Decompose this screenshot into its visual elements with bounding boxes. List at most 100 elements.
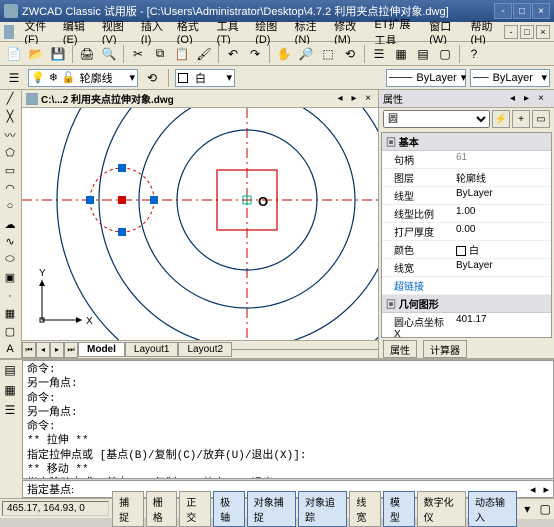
hatch-icon[interactable]: ▦ xyxy=(0,304,20,322)
xline-icon[interactable]: ╳ xyxy=(0,108,20,126)
doc-tab-title[interactable]: C:\...2 利用夹点拉伸对象.dwg xyxy=(41,91,174,106)
mdi-close[interactable]: × xyxy=(536,25,550,39)
layer-combo[interactable]: 💡❄🔓 轮廓线 ▾ xyxy=(28,69,138,87)
otrack-toggle[interactable]: 对象追踪 xyxy=(298,491,347,527)
osnap-toggle[interactable]: 对象捕捉 xyxy=(247,491,296,527)
new-icon[interactable]: 📄 xyxy=(4,44,24,64)
block-icon[interactable]: ▣ xyxy=(0,269,20,287)
cmd-tool1-icon[interactable]: ▤ xyxy=(0,360,20,380)
draw-toolbar: ╱ ╳ 〰 ⬠ ▭ ◠ ○ ☁ ∿ ⬭ ▣ · ▦ ▢ A xyxy=(0,90,22,358)
tab-first-icon[interactable]: ⏮ xyxy=(22,342,36,358)
selection-type-combo[interactable]: 圆 xyxy=(383,110,490,128)
text-icon[interactable]: A xyxy=(0,340,20,358)
tab-last-icon[interactable]: ⏭ xyxy=(64,342,78,358)
panel-close-icon[interactable]: × xyxy=(538,93,550,105)
color-combo[interactable]: 白 ▾ xyxy=(175,69,235,87)
pline-icon[interactable]: 〰 xyxy=(0,126,20,144)
snap-toggle[interactable]: 捕捉 xyxy=(112,491,144,527)
ellipse-icon[interactable]: ⬭ xyxy=(0,251,20,269)
tab-layout2[interactable]: Layout2 xyxy=(178,342,232,357)
drawing-canvas[interactable]: O X Y xyxy=(22,108,378,340)
linetype-combo[interactable]: ───ByLayer▾ xyxy=(386,69,466,87)
tab-next-icon[interactable]: ▸ xyxy=(348,93,360,105)
close-button[interactable]: × xyxy=(532,3,550,19)
lineweight-combo[interactable]: ──ByLayer▾ xyxy=(470,69,550,87)
digit-toggle[interactable]: 数字化仪 xyxy=(417,491,466,527)
print-icon[interactable]: 🖨 xyxy=(77,44,97,64)
mdi-restore[interactable]: □ xyxy=(520,25,534,39)
polygon-icon[interactable]: ⬠ xyxy=(0,144,20,162)
command-history[interactable]: 命令:另一角点:命令:另一角点:命令:** 拉伸 **指定拉伸点或 [基点(B)… xyxy=(22,360,554,479)
coords-display[interactable]: 465.17, 164.93, 0 xyxy=(2,501,109,516)
properties-panel: 属性 ◂ ▸ × 圆 ⚡ + ▭ 基本 句柄61 图层轮廓线 线型ByLayer… xyxy=(378,90,554,358)
cmd-tool2-icon[interactable]: ▦ xyxy=(0,380,20,400)
preview-icon[interactable]: 🔍 xyxy=(99,44,119,64)
tab-prev-icon[interactable]: ◂ xyxy=(334,93,346,105)
group-basic[interactable]: 基本 xyxy=(382,133,551,151)
ortho-toggle[interactable]: 正交 xyxy=(179,491,211,527)
tab-close-icon[interactable]: × xyxy=(362,93,374,105)
doc-icon xyxy=(4,25,14,39)
cmd-tool3-icon[interactable]: ☰ xyxy=(0,400,20,420)
command-area: ▤ ▦ ☰ 命令:另一角点:命令:另一角点:命令:** 拉伸 **指定拉伸点或 … xyxy=(0,358,554,498)
grip-icon xyxy=(86,196,94,204)
group-geom[interactable]: 几何图形 xyxy=(382,295,551,313)
cut-icon[interactable]: ✂ xyxy=(128,44,148,64)
tab-properties[interactable]: 属性 xyxy=(383,340,417,358)
model-toggle[interactable]: 模型 xyxy=(383,491,415,527)
maximize-button[interactable]: □ xyxy=(513,3,531,19)
tab-calc[interactable]: 计算器 xyxy=(423,340,467,358)
redo-icon[interactable]: ↷ xyxy=(245,44,265,64)
panel-prev-icon[interactable]: ◂ xyxy=(510,93,522,105)
match-icon[interactable]: 🖌 xyxy=(194,44,214,64)
circle-icon[interactable]: ○ xyxy=(0,197,20,215)
pickadd-icon[interactable]: + xyxy=(512,110,530,128)
properties-icon[interactable]: ☰ xyxy=(369,44,389,64)
status-extra1-icon[interactable]: ▾ xyxy=(518,499,536,519)
layer-name: 轮廓线 xyxy=(80,70,113,86)
mdi-minimize[interactable]: - xyxy=(504,25,518,39)
zoom-icon[interactable]: 🔎 xyxy=(296,44,316,64)
tab-right-icon[interactable]: ▸ xyxy=(50,342,64,358)
ucs-icon: X Y xyxy=(39,268,93,327)
command-prompt: 指定基点: xyxy=(23,481,78,497)
help-icon[interactable]: ? xyxy=(464,44,484,64)
hot-grip-icon xyxy=(118,196,126,204)
calc-icon[interactable]: ▢ xyxy=(435,44,455,64)
tab-model[interactable]: Model xyxy=(78,342,125,357)
properties-grid[interactable]: 基本 句柄61 图层轮廓线 线型ByLayer 线型比例1.00 打尸厚度0.0… xyxy=(381,132,552,338)
select-icon[interactable]: ▭ xyxy=(532,110,550,128)
arc-icon[interactable]: ◠ xyxy=(0,179,20,197)
cmd-scroll-left-icon[interactable]: ◂ xyxy=(526,483,540,496)
status-extra2-icon[interactable]: ▢ xyxy=(536,499,554,519)
tab-layout1[interactable]: Layout1 xyxy=(125,342,179,357)
spline-icon[interactable]: ∿ xyxy=(0,233,20,251)
zoom-prev-icon[interactable]: ⟲ xyxy=(340,44,360,64)
save-icon[interactable]: 💾 xyxy=(48,44,68,64)
lwt-toggle[interactable]: 线宽 xyxy=(349,491,381,527)
point-icon[interactable]: · xyxy=(0,287,20,305)
designcenter-icon[interactable]: ▦ xyxy=(391,44,411,64)
copy-icon[interactable]: ⧉ xyxy=(150,44,170,64)
layer-manager-icon[interactable]: ☰ xyxy=(4,68,24,88)
cmd-scroll-right-icon[interactable]: ▸ xyxy=(539,483,553,496)
pan-icon[interactable]: ✋ xyxy=(274,44,294,64)
undo-icon[interactable]: ↶ xyxy=(223,44,243,64)
app-icon xyxy=(4,4,18,18)
open-icon[interactable]: 📂 xyxy=(26,44,46,64)
rectangle-icon[interactable]: ▭ xyxy=(0,162,20,180)
line-icon[interactable]: ╱ xyxy=(0,90,20,108)
polar-toggle[interactable]: 极轴 xyxy=(213,491,245,527)
revcloud-icon[interactable]: ☁ xyxy=(0,215,20,233)
grid-toggle[interactable]: 栅格 xyxy=(146,491,178,527)
layer-prev-icon[interactable]: ⟲ xyxy=(142,68,162,88)
tab-left-icon[interactable]: ◂ xyxy=(36,342,50,358)
toolpalette-icon[interactable]: ▤ xyxy=(413,44,433,64)
statusbar: 465.17, 164.93, 0 捕捉 栅格 正交 极轴 对象捕捉 对象追踪 … xyxy=(0,498,554,518)
zoom-window-icon[interactable]: ⬚ xyxy=(318,44,338,64)
region-icon[interactable]: ▢ xyxy=(0,322,20,340)
dyn-toggle[interactable]: 动态输入 xyxy=(468,491,517,527)
panel-next-icon[interactable]: ▸ xyxy=(524,93,536,105)
quickselect-icon[interactable]: ⚡ xyxy=(492,110,510,128)
paste-icon[interactable]: 📋 xyxy=(172,44,192,64)
